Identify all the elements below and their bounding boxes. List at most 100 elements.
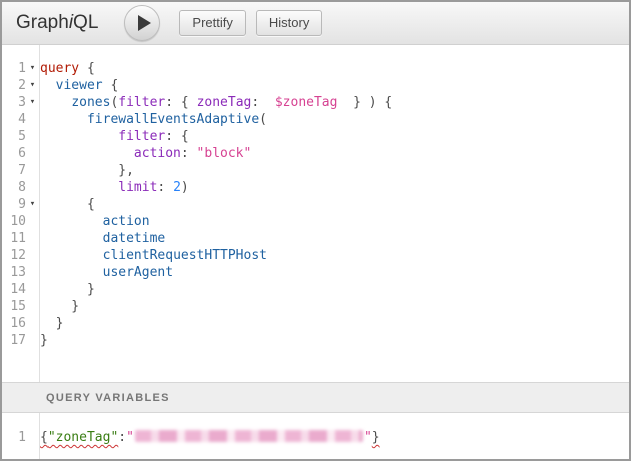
code-text: firewallEventsAdaptive(	[39, 111, 267, 128]
logo-text: QL	[73, 12, 98, 33]
code-line[interactable]: 7 },	[2, 162, 629, 179]
line-number: 12	[2, 247, 26, 264]
code-token: {	[40, 197, 95, 212]
code-token	[40, 146, 134, 161]
code-line[interactable]: 14 }	[2, 281, 629, 298]
line-number: 1	[2, 429, 26, 446]
code-token: "	[126, 430, 134, 445]
code-token	[40, 78, 56, 93]
code-token: zoneTag	[197, 95, 252, 110]
line-number: 15	[2, 298, 26, 315]
fold-spacer	[26, 315, 39, 332]
graphiql-window: GraphiQL Prettify History 1▾query {2▾ vi…	[0, 0, 631, 461]
code-token: firewallEventsAdaptive	[87, 112, 259, 127]
code-text: },	[39, 162, 134, 179]
code-line[interactable]: 11 datetime	[2, 230, 629, 247]
code-text: viewer {	[39, 77, 118, 94]
line-number: 3	[2, 94, 26, 111]
code-token: } ) {	[337, 95, 392, 110]
line-number: 1	[2, 60, 26, 77]
code-token: limit	[118, 180, 157, 195]
code-line[interactable]: 10 action	[2, 213, 629, 230]
code-token: "block"	[197, 146, 252, 161]
code-token: }	[372, 430, 380, 445]
code-text: clientRequestHTTPHost	[39, 247, 267, 264]
code-token	[40, 248, 103, 263]
line-number: 6	[2, 145, 26, 162]
fold-spacer	[26, 264, 39, 281]
play-icon	[138, 15, 151, 31]
fold-spacer	[26, 332, 39, 349]
fold-spacer	[26, 145, 39, 162]
code-line[interactable]: 9▾ {	[2, 196, 629, 213]
line-number: 16	[2, 315, 26, 332]
toolbar: GraphiQL Prettify History	[2, 2, 629, 45]
line-number: 14	[2, 281, 26, 298]
code-token: }	[40, 316, 63, 331]
code-text: }	[39, 298, 79, 315]
code-line[interactable]: 17}	[2, 332, 629, 349]
fold-spacer	[26, 213, 39, 230]
line-number: 17	[2, 332, 26, 349]
code-token: query	[40, 61, 79, 76]
fold-spacer	[26, 247, 39, 264]
code-line[interactable]: 6 action: "block"	[2, 145, 629, 162]
code-token	[40, 265, 103, 280]
code-token: clientRequestHTTPHost	[103, 248, 267, 263]
code-line[interactable]: 4 firewallEventsAdaptive(	[2, 111, 629, 128]
fold-spacer	[26, 298, 39, 315]
fold-toggle-icon[interactable]: ▾	[26, 94, 39, 111]
code-token: (	[259, 112, 267, 127]
code-token	[40, 95, 71, 110]
query-variables-title-bar[interactable]: QUERY VARIABLES	[2, 382, 629, 413]
redacted-value	[135, 430, 363, 442]
code-line[interactable]: 3▾ zones(filter: { zoneTag: $zoneTag } )…	[2, 94, 629, 111]
code-line[interactable]: 8 limit: 2)	[2, 179, 629, 196]
code-token: {	[103, 78, 119, 93]
fold-spacer	[26, 111, 39, 128]
code-token: $zoneTag	[275, 95, 338, 110]
code-token: )	[181, 180, 189, 195]
query-editor[interactable]: 1▾query {2▾ viewer {3▾ zones(filter: { z…	[2, 45, 629, 382]
code-token: }	[40, 282, 95, 297]
code-token: userAgent	[103, 265, 173, 280]
code-token: "zoneTag"	[48, 430, 118, 445]
code-token: }	[40, 299, 79, 314]
line-number: 4	[2, 111, 26, 128]
line-number: 7	[2, 162, 26, 179]
history-button[interactable]: History	[256, 10, 322, 36]
logo-text: Graph	[16, 12, 69, 33]
variables-editor[interactable]: 1 {"zoneTag":""}	[2, 413, 629, 459]
code-line[interactable]: 13 userAgent	[2, 264, 629, 281]
code-text: {	[39, 196, 95, 213]
code-lines: 1▾query {2▾ viewer {3▾ zones(filter: { z…	[2, 45, 629, 349]
fold-spacer	[26, 162, 39, 179]
code-line[interactable]: 16 }	[2, 315, 629, 332]
prettify-button[interactable]: Prettify	[179, 10, 245, 36]
code-line[interactable]: 2▾ viewer {	[2, 77, 629, 94]
code-text: }	[39, 332, 48, 349]
code-text: zones(filter: { zoneTag: $zoneTag } ) {	[39, 94, 392, 111]
fold-toggle-icon[interactable]: ▾	[26, 196, 39, 213]
code-text: action: "block"	[39, 145, 251, 162]
code-line[interactable]: 12 clientRequestHTTPHost	[2, 247, 629, 264]
line-number: 2	[2, 77, 26, 94]
code-token: filter	[118, 95, 165, 110]
variables-line[interactable]: 1 {"zoneTag":""}	[2, 413, 629, 446]
code-line[interactable]: 15 }	[2, 298, 629, 315]
line-number: 9	[2, 196, 26, 213]
execute-button[interactable]	[124, 5, 160, 41]
fold-toggle-icon[interactable]: ▾	[26, 60, 39, 77]
code-token: action	[103, 214, 150, 229]
code-text: query {	[39, 60, 95, 77]
code-line[interactable]: 5 filter: {	[2, 128, 629, 145]
code-line[interactable]: 1▾query {	[2, 60, 629, 77]
code-text: filter: {	[39, 128, 189, 145]
code-text: datetime	[39, 230, 165, 247]
code-token: "	[364, 430, 372, 445]
fold-spacer	[26, 281, 39, 298]
fold-spacer	[26, 429, 39, 446]
fold-toggle-icon[interactable]: ▾	[26, 77, 39, 94]
code-token: 2	[173, 180, 181, 195]
code-token: }	[40, 333, 48, 348]
